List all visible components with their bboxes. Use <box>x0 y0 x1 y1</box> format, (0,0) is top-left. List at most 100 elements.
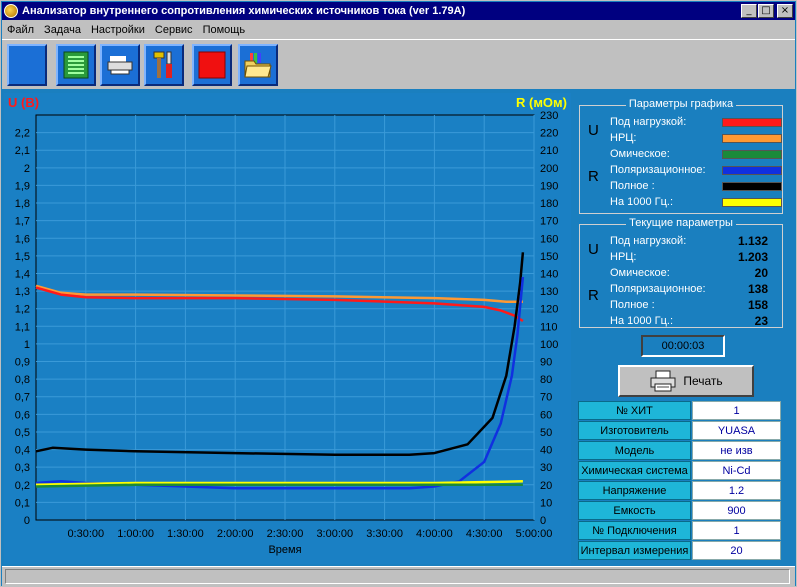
y-left-tick-label: 0,7 <box>15 392 30 404</box>
info-value[interactable]: 1 <box>692 401 781 420</box>
info-key: Интервал измерения <box>578 541 691 560</box>
info-key: Напряжение <box>578 481 691 500</box>
y-left-tick-label: 1,9 <box>15 180 30 192</box>
y-right-tick-label: 110 <box>540 321 558 333</box>
info-row-battery-no: № ХИТ 1 <box>578 401 781 420</box>
y-left-tick-label: 1,8 <box>15 198 30 210</box>
info-key: Химическая система <box>578 461 691 480</box>
y-right-tick-label: 0 <box>540 515 546 527</box>
current-label-load: Под нагрузкой: <box>610 235 687 247</box>
y-left-tick-label: 0,4 <box>15 445 30 457</box>
info-value[interactable]: YUASA <box>692 421 781 440</box>
y-left-tick-label: 0,8 <box>15 374 30 386</box>
info-row-interval: Интервал измерения 20 <box>578 541 781 560</box>
menu-settings[interactable]: Настройки <box>86 24 150 36</box>
y-left-tick-label: 2 <box>24 163 30 175</box>
x-tick-label: 3:00:00 <box>316 528 353 540</box>
folder-open-icon <box>244 53 272 78</box>
graph-swatch-ohmic[interactable] <box>722 150 782 159</box>
graph-label-polar: Поляризационное: <box>610 164 706 176</box>
x-tick-label: 1:00:00 <box>117 528 154 540</box>
info-key: № ХИТ <box>578 401 691 420</box>
printer-setup-button[interactable] <box>100 44 140 86</box>
x-tick-label: 2:00:00 <box>217 528 254 540</box>
current-label-total: Полное : <box>610 299 655 311</box>
info-value[interactable]: 1 <box>692 521 781 540</box>
x-axis-label: Время <box>268 544 301 556</box>
title-bar[interactable]: Анализатор внутреннего сопротивления хим… <box>2 2 795 20</box>
info-row-connection-no: № Подключения 1 <box>578 521 781 540</box>
current-label-ohmic: Омическое: <box>610 267 670 279</box>
list-icon <box>63 51 89 79</box>
info-row-voltage: Напряжение 1.2 <box>578 481 781 500</box>
y-right-tick-label: 50 <box>540 427 552 439</box>
current-u-label: U <box>588 241 599 258</box>
y-right-tick-label: 190 <box>540 180 558 192</box>
graph-swatch-1000[interactable] <box>722 198 782 207</box>
menu-help[interactable]: Помощь <box>198 24 251 36</box>
info-row-manufacturer: Изготовитель YUASA <box>578 421 781 440</box>
current-value-ohmic: 20 <box>754 266 768 280</box>
graph-r-label: R <box>588 168 599 185</box>
tools-icon <box>153 51 172 78</box>
y-left-tick-label: 0,3 <box>15 462 30 474</box>
y-right-tick-label: 170 <box>540 216 558 228</box>
minimize-button[interactable]: _ <box>741 4 757 18</box>
y-left-axis-label: U (В) <box>8 95 39 110</box>
graph-params-title: Параметры графика <box>625 98 737 110</box>
y-left-tick-label: 0,5 <box>15 427 30 439</box>
right-panel: Параметры графика U R Под нагрузкой: НРЦ… <box>573 93 795 564</box>
x-tick-label: 0:30:00 <box>67 528 104 540</box>
y-left-tick-label: 1,1 <box>15 321 30 333</box>
graph-u-label: U <box>588 122 599 139</box>
y-left-tick-label: 1,5 <box>15 251 30 263</box>
y-left-tick-label: 0,2 <box>15 480 30 492</box>
y-left-tick-label: 2,2 <box>15 128 30 140</box>
current-r-label: R <box>588 287 599 304</box>
current-label-polar: Поляризационное: <box>610 283 706 295</box>
y-right-tick-label: 150 <box>540 251 558 263</box>
y-right-tick-label: 10 <box>540 497 552 509</box>
tools-button[interactable] <box>144 44 184 86</box>
close-button[interactable]: × <box>777 4 793 18</box>
print-button-label: Печать <box>683 374 723 388</box>
y-left-tick-label: 1,7 <box>15 216 30 228</box>
menu-task[interactable]: Задача <box>39 24 86 36</box>
list-button[interactable] <box>56 44 96 86</box>
y-right-tick-label: 100 <box>540 339 558 351</box>
y-right-tick-label: 30 <box>540 462 552 474</box>
elapsed-timer: 00:00:03 <box>641 335 725 357</box>
graph-label-ohmic: Омическое: <box>610 148 670 160</box>
graph-label-1000: На 1000 Гц.: <box>610 196 674 208</box>
graph-swatch-npc[interactable] <box>722 134 782 143</box>
y-left-tick-label: 2,1 <box>15 145 30 157</box>
app-icon[interactable] <box>4 4 18 18</box>
print-button[interactable]: Печать <box>618 365 754 397</box>
x-tick-label: 5:00:00 <box>516 528 553 540</box>
y-right-tick-label: 220 <box>540 128 558 140</box>
y-right-tick-label: 140 <box>540 268 558 280</box>
graph-swatch-load[interactable] <box>722 118 782 127</box>
graph-swatch-total[interactable] <box>722 182 782 191</box>
y-right-tick-label: 70 <box>540 392 552 404</box>
info-value[interactable]: не изв <box>692 441 781 460</box>
x-tick-label: 4:00:00 <box>416 528 453 540</box>
menu-service[interactable]: Сервис <box>150 24 198 36</box>
y-right-tick-label: 20 <box>540 480 552 492</box>
y-right-tick-label: 200 <box>540 163 558 175</box>
maximize-button[interactable]: □ <box>758 4 774 18</box>
graph-swatch-polar[interactable] <box>722 166 782 175</box>
y-right-tick-label: 120 <box>540 304 558 316</box>
open-folder-button[interactable] <box>238 44 278 86</box>
info-value[interactable]: 900 <box>692 501 781 520</box>
y-left-tick-label: 1,4 <box>15 268 30 280</box>
menu-file[interactable]: Файл <box>2 24 39 36</box>
stop-button[interactable] <box>192 44 232 86</box>
info-value[interactable]: 1.2 <box>692 481 781 500</box>
info-value[interactable]: 20 <box>692 541 781 560</box>
y-left-tick-label: 0 <box>24 515 30 527</box>
y-right-tick-label: 60 <box>540 409 552 421</box>
info-value[interactable]: Ni-Cd <box>692 461 781 480</box>
blank-tool-button[interactable] <box>7 44 47 86</box>
y-right-tick-label: 180 <box>540 198 558 210</box>
